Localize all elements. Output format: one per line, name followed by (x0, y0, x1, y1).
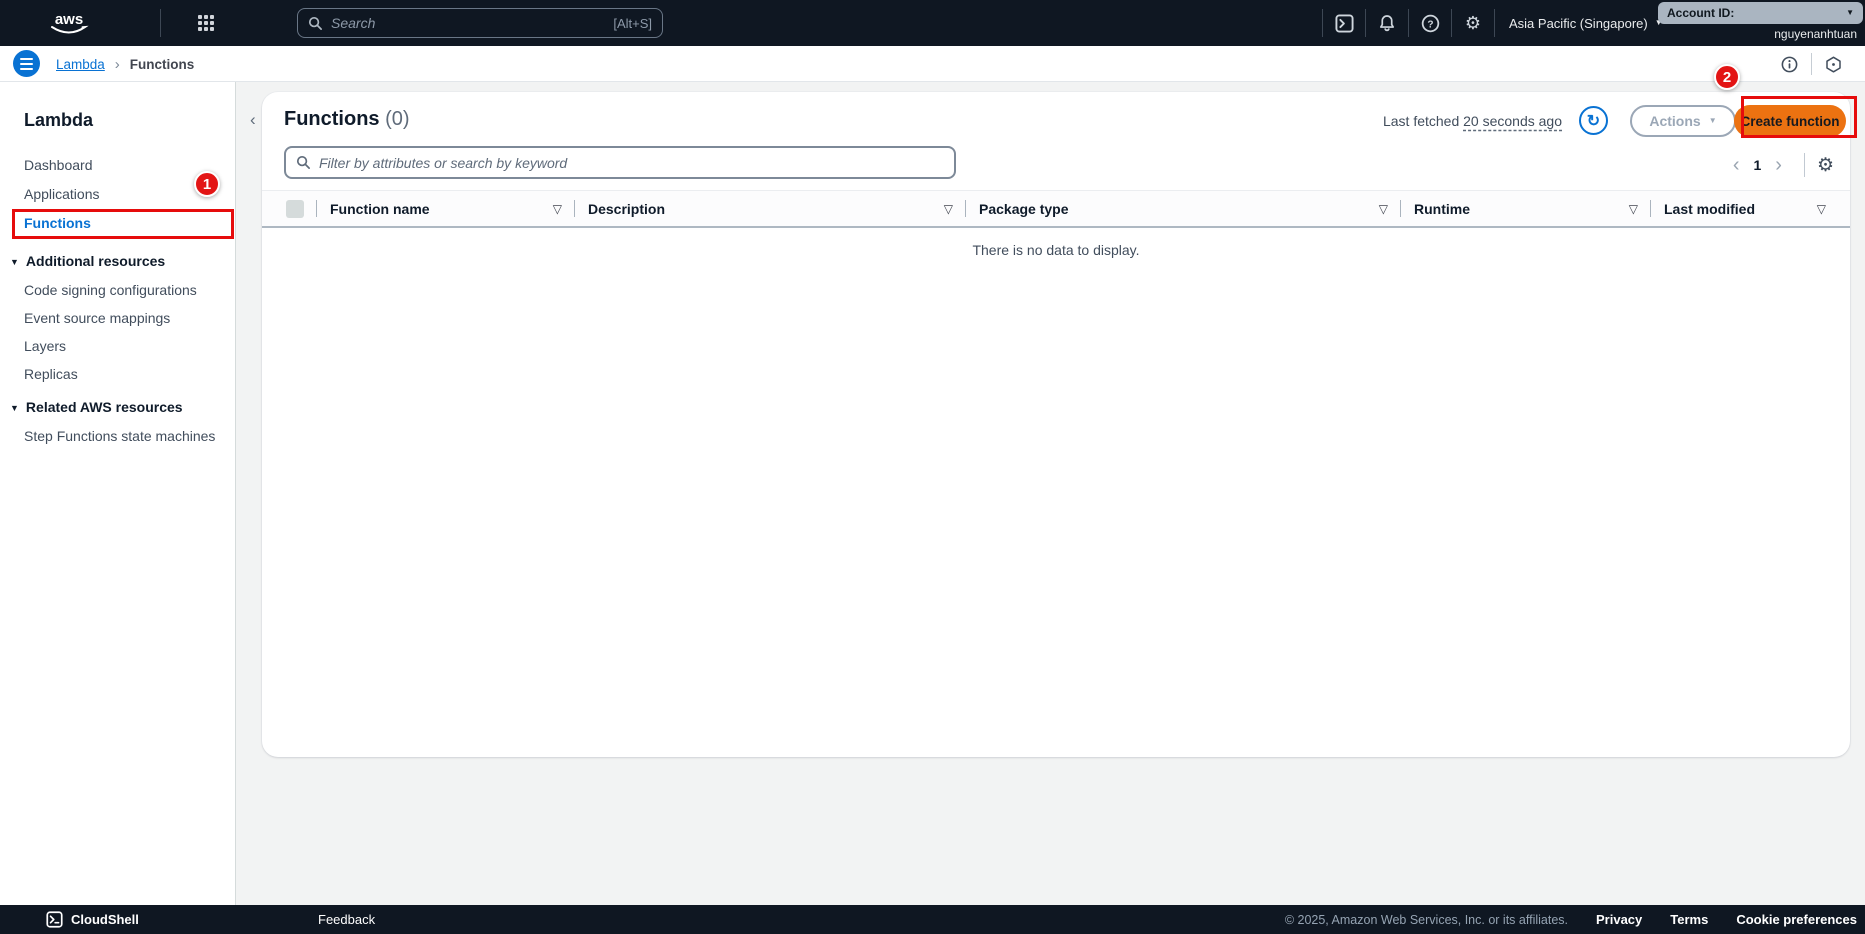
topbar-actions: ? ⚙ Asia Pacific (Singapore) ▼ (1322, 0, 1677, 46)
filter-placeholder: Filter by attributes or search by keywor… (319, 154, 568, 171)
help-icon[interactable]: ? (1409, 0, 1451, 46)
search-placeholder: Search (331, 15, 376, 31)
account-id-dropdown[interactable]: Account ID: ▼ (1658, 2, 1863, 24)
column-header-last-modified[interactable]: Last modified ▽ (1650, 191, 1850, 226)
sidebar-collapse-button[interactable]: ‹ (250, 110, 256, 130)
cloudshell-terminal-icon[interactable] (1323, 0, 1365, 46)
topbar-divider (160, 9, 161, 37)
sidebar-section-additional-resources[interactable]: ▼ Additional resources (10, 253, 165, 269)
cloudshell-launcher[interactable]: CloudShell (46, 905, 139, 934)
annotation-badge-1: 1 (194, 171, 220, 197)
next-page-button[interactable]: › (1765, 155, 1792, 175)
filter-icon[interactable]: ▽ (553, 202, 562, 216)
search-icon (308, 16, 323, 31)
table-settings-gear-icon[interactable]: ⚙ (1817, 156, 1834, 175)
column-header-package-type[interactable]: Package type ▽ (965, 191, 1400, 226)
breadcrumb-current: Functions (129, 56, 195, 72)
settings-gear-icon[interactable]: ⚙ (1452, 0, 1494, 46)
notifications-bell-icon[interactable] (1366, 0, 1408, 46)
cloudshell-terminal-icon (46, 911, 63, 928)
annotation-badge-2: 2 (1714, 64, 1740, 90)
select-all-checkbox[interactable] (262, 191, 316, 226)
functions-count: (0) (385, 108, 410, 130)
global-search-input[interactable]: Search [Alt+S] (297, 8, 663, 38)
sidebar-item-code-signing[interactable]: Code signing configurations (24, 282, 197, 298)
page-title: Functions (0) (284, 108, 410, 130)
app-content: Lambda Dashboard Applications Functions … (0, 82, 1865, 905)
functions-table-card: Functions (0) Last fetched 20 seconds ag… (262, 92, 1850, 757)
region-selector[interactable]: Asia Pacific (Singapore) ▼ (1495, 0, 1677, 46)
empty-table-message: There is no data to display. (972, 242, 1140, 258)
sidebar-item-applications[interactable]: Applications (24, 186, 100, 202)
info-icon[interactable] (1781, 56, 1798, 73)
side-navigation: Lambda Dashboard Applications Functions … (0, 82, 236, 905)
svg-text:?: ? (1427, 19, 1433, 30)
account-id-label: Account ID: (1667, 6, 1735, 20)
refresh-icon: ↻ (1586, 112, 1601, 130)
sidebar-item-functions[interactable]: Functions (24, 215, 91, 231)
amazon-q-hexagon-icon[interactable] (1825, 56, 1842, 73)
column-header-function-name[interactable]: Function name ▽ (316, 191, 574, 226)
table-header-row: Function name ▽ Description ▽ Package type… (262, 190, 1850, 228)
search-icon (296, 155, 311, 170)
aws-logo[interactable]: aws (45, 8, 93, 38)
chevron-down-icon: ▼ (1708, 116, 1717, 125)
sidebar-item-replicas[interactable]: Replicas (24, 366, 78, 382)
top-navigation-bar: aws Search [Alt+S] ? ⚙ Asia Pacific (Sin… (0, 0, 1865, 46)
apps-grid-icon[interactable] (198, 15, 214, 31)
svg-text:aws: aws (55, 11, 83, 28)
pagination: ‹ 1 › ⚙ (1723, 150, 1834, 180)
column-header-runtime[interactable]: Runtime ▽ (1400, 191, 1650, 226)
hamburger-menu-button[interactable] (13, 50, 40, 77)
filter-icon[interactable]: ▽ (1629, 202, 1638, 216)
actions-button[interactable]: Actions ▼ (1630, 105, 1736, 137)
filter-icon[interactable]: ▽ (1817, 202, 1826, 216)
filter-input[interactable]: Filter by attributes or search by keywor… (284, 146, 956, 179)
cookie-preferences-link[interactable]: Cookie preferences (1736, 912, 1857, 927)
filter-icon[interactable]: ▽ (1379, 202, 1388, 216)
search-shortcut: [Alt+S] (613, 15, 652, 31)
console-footer: CloudShell Feedback © 2025, Amazon Web S… (0, 905, 1865, 934)
chevron-right-icon: › (114, 55, 120, 73)
breadcrumb-bar: Lambda › Functions (0, 46, 1865, 82)
create-function-button[interactable]: Create function (1734, 105, 1846, 137)
divider (1803, 153, 1805, 177)
copyright-text: © 2025, Amazon Web Services, Inc. or its… (1284, 912, 1568, 927)
breadcrumb-lambda-link[interactable]: Lambda (56, 57, 105, 72)
refresh-button[interactable]: ↻ (1579, 106, 1608, 135)
sidebar-item-step-functions[interactable]: Step Functions state machines (24, 428, 215, 444)
sidebar-item-event-source[interactable]: Event source mappings (24, 310, 170, 326)
privacy-link[interactable]: Privacy (1596, 912, 1642, 927)
username-text: nguyenanhtuan (1774, 27, 1857, 41)
triangle-down-icon: ▼ (10, 403, 19, 413)
column-header-description[interactable]: Description ▽ (574, 191, 965, 226)
breadcrumb: Lambda › Functions (56, 46, 194, 82)
chevron-down-icon: ▼ (1846, 8, 1854, 17)
previous-page-button[interactable]: ‹ (1723, 155, 1750, 175)
last-fetched-time[interactable]: 20 seconds ago (1463, 113, 1562, 129)
divider (1811, 53, 1812, 75)
triangle-down-icon: ▼ (10, 257, 19, 267)
region-label: Asia Pacific (Singapore) (1509, 15, 1648, 31)
terms-link[interactable]: Terms (1670, 912, 1708, 927)
sidebar-title: Lambda (24, 110, 94, 130)
page-number[interactable]: 1 (1749, 157, 1765, 173)
sidebar-item-dashboard[interactable]: Dashboard (24, 157, 93, 173)
sidebar-item-layers[interactable]: Layers (24, 338, 66, 354)
last-fetched-text: Last fetched 20 seconds ago (1382, 113, 1562, 129)
filter-icon[interactable]: ▽ (944, 202, 953, 216)
feedback-link[interactable]: Feedback (318, 905, 375, 934)
sidebar-section-related-aws-resources[interactable]: ▼ Related AWS resources (10, 399, 183, 415)
